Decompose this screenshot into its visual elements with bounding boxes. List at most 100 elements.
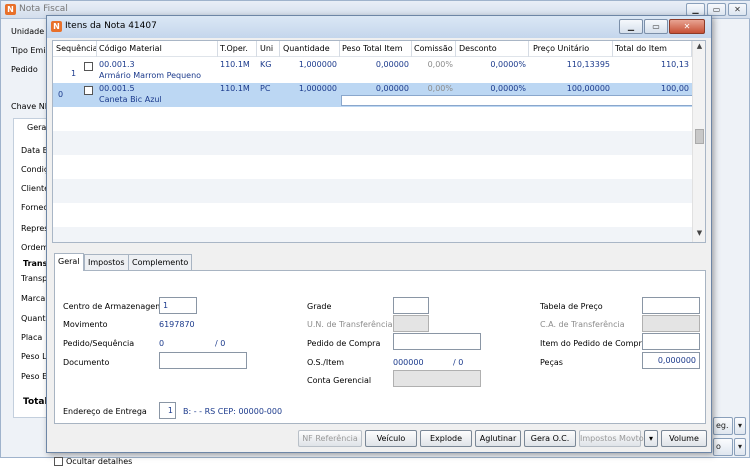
centro-armazenagem-input[interactable]: 1 [159,297,197,314]
tab-impostos[interactable]: Impostos [84,254,129,270]
grid-vertical-scrollbar[interactable]: ▲ ▼ [692,41,705,242]
cell-sequencia: 1 [71,69,77,78]
empty-row [53,227,693,242]
column-divider[interactable] [612,41,613,57]
scroll-up-icon[interactable]: ▲ [693,42,705,50]
column-divider[interactable] [96,41,97,57]
col-header-sequencia[interactable]: Sequência [56,44,98,53]
column-divider[interactable] [279,41,280,57]
row-checkbox[interactable] [84,62,93,71]
scrollbar-thumb[interactable] [695,129,704,144]
close-icon[interactable]: ✕ [728,3,747,16]
dialog-titlebar: N Itens da Nota 41407 ▁ ▭ ✕ [47,16,711,38]
column-divider[interactable] [455,41,456,57]
pedido-compra-input[interactable] [393,333,481,350]
cell-codigo: 00.001.5 [99,84,135,93]
tab-complemento[interactable]: Complemento [128,254,193,270]
label-endereco-entrega: Endereço de Entrega [63,407,147,416]
column-divider[interactable] [217,41,218,57]
col-header-codigo[interactable]: Código Material [99,44,162,53]
impostos-movto-button[interactable]: Impostos Movto [579,430,644,447]
cell-desconto: 0,0000% [490,84,526,93]
cell-toper: 110.1M [220,84,250,93]
gera-oc-button[interactable]: Gera O.C. [524,430,576,447]
os-item-value: / 0 [453,358,464,367]
col-header-preco[interactable]: Preço Unitário [533,44,589,53]
movimento-value: 6197870 [159,320,195,329]
item-pedido-compra-input[interactable] [642,333,700,350]
col-header-comissao[interactable]: Comissão [414,44,453,53]
column-divider[interactable] [528,41,529,57]
col-header-toper[interactable]: T.Oper. [220,44,248,53]
cell-quantidade: 1,000000 [298,60,337,69]
empty-row [53,179,693,203]
cell-total: 110,13 [661,60,689,69]
row-checkbox[interactable] [84,86,93,95]
label-chave-nf: Chave NF [11,102,50,111]
label-pedido: Pedido [11,65,38,74]
col-header-uni[interactable]: Uni [260,44,273,53]
empty-row [53,131,693,155]
ocultar-detalhes-label[interactable]: Ocultar detalhes [66,457,132,466]
minimize-icon[interactable]: ▁ [619,19,643,34]
label-ordem: Ordem [21,243,49,252]
inline-edit-field[interactable] [341,95,693,106]
chevron-down-icon[interactable]: ▾ [734,417,746,435]
cell-toper: 110.1M [220,60,250,69]
tab-geral[interactable]: Geral [54,253,84,271]
dialog-window-controls: ▁ ▭ ✕ [619,19,705,34]
main-other-button[interactable]: o [713,438,733,456]
label-pecas: Peças [540,358,563,367]
cell-comissao: 0,00% [427,84,453,93]
label-transportadora: Transp [21,274,48,283]
label-grade: Grade [307,302,332,311]
grade-input[interactable] [393,297,429,314]
app-icon: N [51,21,62,32]
column-divider[interactable] [411,41,412,57]
column-divider[interactable] [339,41,340,57]
main-tab-geral[interactable]: Gera [27,123,46,132]
label-centro-armazenagem: Centro de Armazenagem [63,302,164,311]
cell-codigo: 00.001.3 [99,60,135,69]
main-seg-button[interactable]: eg. [713,417,733,435]
maximize-icon[interactable]: ▭ [644,19,668,34]
endereco-entrega-input[interactable]: 1 [159,402,176,419]
scroll-down-icon[interactable]: ▼ [693,229,705,237]
chevron-down-icon[interactable]: ▾ [734,438,746,456]
label-pedido-compra: Pedido de Compra [307,339,381,348]
nf-referencia-button[interactable]: NF Referência [298,430,362,447]
cell-peso: 0,00000 [375,60,409,69]
items-grid[interactable]: Sequência Código Material T.Oper. Uni Qu… [52,40,706,243]
table-row[interactable]: 1 00.001.3 Armário Marrom Pequeno 110.1M… [53,58,693,82]
tabela-preco-input[interactable] [642,297,700,314]
grid-header: Sequência Código Material T.Oper. Uni Qu… [53,41,693,57]
label-movimento: Movimento [63,320,108,329]
explode-button[interactable]: Explode [420,430,472,447]
cell-quantidade: 1,000000 [298,84,337,93]
label-representante: Repres [21,224,49,233]
label-condicao: Condiç [21,165,49,174]
close-icon[interactable]: ✕ [669,19,705,34]
label-documento: Documento [63,358,110,367]
table-row-selected[interactable]: 0 00.001.5 Caneta Bic Azul 110.1M PC 1,0… [53,83,693,107]
documento-input[interactable] [159,352,247,369]
label-peso-bruto: Peso E [21,372,48,381]
pecas-input[interactable]: 0,000000 [642,352,700,369]
aglutinar-button[interactable]: Aglutinar [475,430,521,447]
col-header-total[interactable]: Total do Item [615,44,667,53]
label-tabela-preco: Tabela de Preço [540,302,603,311]
veiculo-button[interactable]: Veículo [365,430,417,447]
label-quantidade: Quanti [21,314,48,323]
cell-desconto: 0,0000% [490,60,526,69]
ocultar-detalhes-checkbox[interactable] [54,457,63,466]
col-header-quantidade[interactable]: Quantidade [283,44,330,53]
cell-preco: 100,00000 [566,84,610,93]
cell-uni: PC [260,84,271,93]
col-header-desconto[interactable]: Desconto [459,44,497,53]
label-tipo-emissao: Tipo Emis [11,46,50,55]
app-icon: N [5,4,16,15]
volume-button[interactable]: Volume [661,430,707,447]
chevron-down-icon[interactable]: ▾ [644,430,658,447]
column-divider[interactable] [256,41,257,57]
col-header-peso[interactable]: Peso Total Item [342,44,403,53]
